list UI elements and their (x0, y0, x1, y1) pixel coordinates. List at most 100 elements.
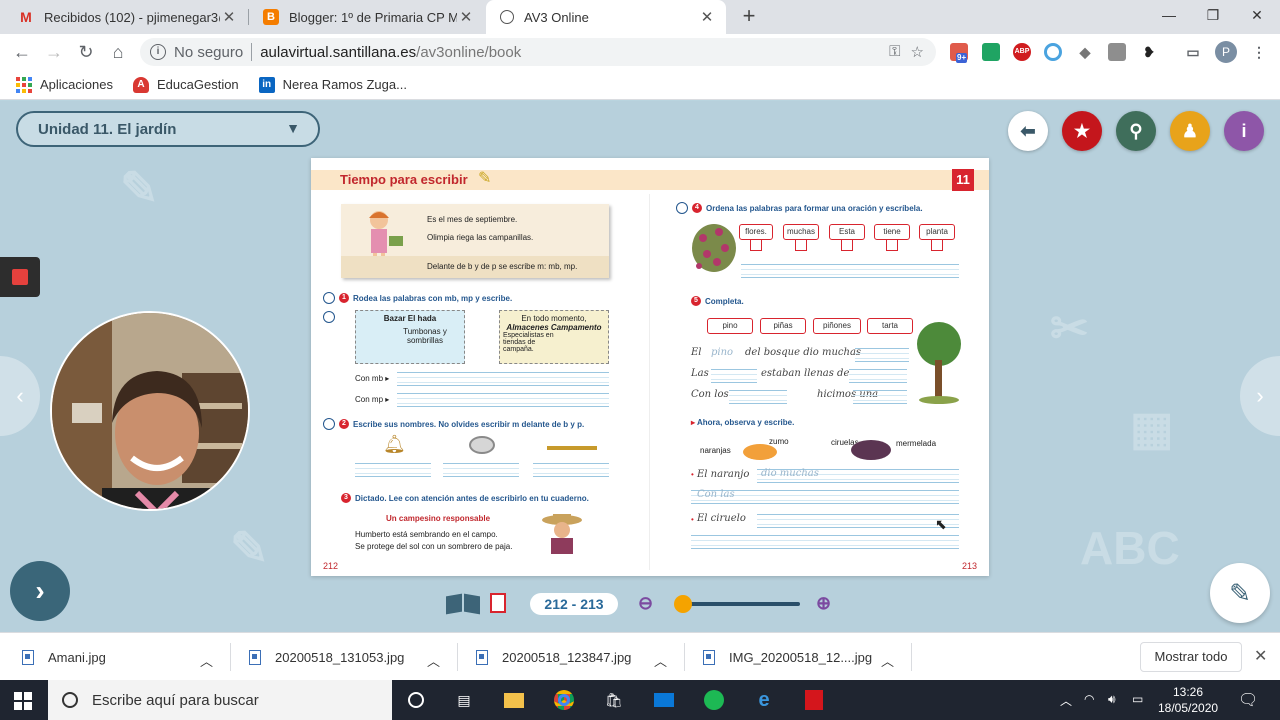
download-item[interactable]: 20200518_123847.jpg (476, 633, 631, 681)
close-downloads-icon[interactable]: ✕ (1254, 646, 1267, 666)
tab-gmail[interactable]: M Recibidos (102) - pjimenegar3@e ✕ (4, 0, 248, 34)
expand-menu-button[interactable]: › (10, 561, 70, 621)
taskbar-search[interactable]: Escribe aquí para buscar (48, 680, 392, 720)
favorites-button[interactable]: ★ (1062, 111, 1102, 151)
double-page-view-button[interactable] (446, 593, 480, 615)
back-button[interactable]: ← (10, 40, 34, 64)
audio-icon[interactable] (676, 202, 688, 214)
info-button[interactable]: i (1224, 111, 1264, 151)
search-button[interactable]: ⚲ (1116, 111, 1156, 151)
mail-icon[interactable] (652, 688, 676, 712)
order-box[interactable] (795, 239, 807, 251)
chevron-up-icon[interactable]: ︿ (654, 651, 667, 670)
acrobat-icon[interactable] (802, 688, 826, 712)
restore-button[interactable]: ❐ (1190, 0, 1236, 30)
adblock-icon[interactable]: ABP (1013, 43, 1031, 61)
completion-answer: pino (711, 347, 734, 358)
cortana-icon[interactable] (404, 688, 428, 712)
audio-icon[interactable] (323, 311, 335, 323)
close-icon[interactable]: ✕ (220, 8, 238, 26)
windows-start-icon[interactable] (14, 692, 32, 710)
spotify-icon[interactable] (702, 688, 726, 712)
writing-lines[interactable] (355, 463, 431, 477)
profile-avatar[interactable]: P (1215, 41, 1237, 63)
writing-lines[interactable] (397, 372, 609, 386)
writing-lines[interactable] (741, 264, 959, 278)
chevron-up-icon[interactable]: ︿ (881, 651, 894, 670)
prev-page-arrow[interactable]: ‹ (0, 356, 40, 436)
audio-icon[interactable] (323, 418, 335, 430)
close-icon[interactable]: ✕ (457, 8, 475, 26)
next-page-arrow[interactable]: › (1240, 356, 1280, 436)
extension-dark-icon[interactable]: ❥ (1140, 43, 1158, 61)
unit-selector[interactable]: Unidad 11. El jardín ▼ (16, 111, 320, 147)
volume-icon[interactable]: 🔊︎ (1108, 692, 1116, 707)
forward-button[interactable]: → (42, 40, 66, 64)
cast-icon[interactable]: ▭ (1184, 43, 1202, 61)
page-range-indicator[interactable]: 212 - 213 (530, 593, 618, 615)
download-item[interactable]: 20200518_131053.jpg (249, 633, 404, 681)
tab-av3-online[interactable]: AV3 Online ✕ (486, 0, 726, 34)
single-page-view-button[interactable] (490, 593, 506, 613)
record-button[interactable] (0, 257, 40, 297)
bookmark-educagestion[interactable]: A EducaGestion (133, 76, 239, 93)
new-tab-button[interactable]: + (738, 5, 760, 27)
file-explorer-icon[interactable] (502, 688, 526, 712)
store-icon[interactable]: 🛍︎ (602, 688, 626, 712)
system-clock[interactable]: 13:26 18/05/2020 (1158, 684, 1218, 716)
writing-lines[interactable] (853, 390, 907, 404)
draw-tool-button[interactable]: ✎ (1210, 563, 1270, 623)
writing-lines[interactable] (849, 369, 907, 383)
writing-lines[interactable] (711, 369, 757, 383)
chrome-icon[interactable] (552, 688, 576, 712)
download-item[interactable]: IMG_20200518_12....jpg (703, 633, 872, 681)
extension-gray-icon[interactable] (1108, 43, 1126, 61)
bookmark-linkedin[interactable]: in Nerea Ramos Zuga... (258, 76, 407, 93)
download-item[interactable]: Amani.jpg (22, 633, 106, 681)
battery-icon[interactable]: ▭ (1132, 692, 1143, 706)
edge-icon[interactable]: e (752, 688, 776, 712)
network-icon[interactable]: ◠ (1084, 692, 1094, 706)
chevron-up-icon[interactable]: ︿ (200, 651, 213, 670)
writing-lines[interactable] (397, 393, 609, 407)
zoom-slider-handle[interactable] (674, 595, 692, 613)
address-bar[interactable]: i No seguro aulavirtual.santillana.es /a… (140, 38, 936, 66)
share-icon[interactable]: ◆ (1076, 43, 1094, 61)
tray-chevron-icon[interactable]: ︿ (1060, 692, 1072, 709)
writing-lines[interactable] (443, 463, 519, 477)
task-view-icon[interactable]: ▤ (452, 688, 476, 712)
menu-icon[interactable]: ⋮ (1250, 43, 1268, 61)
writing-lines[interactable] (691, 535, 959, 549)
order-box[interactable] (886, 239, 898, 251)
tab-blogger[interactable]: B Blogger: 1º de Primaria CP Mont ✕ (249, 0, 485, 34)
audio-icon-2[interactable] (323, 311, 339, 323)
zoom-out-icon[interactable]: ⊖ (638, 593, 653, 614)
back-arrow-button[interactable]: ⬅ (1008, 111, 1048, 151)
user-button[interactable]: ♟ (1170, 111, 1210, 151)
notifications-icon[interactable]: 🗨︎ (1238, 690, 1258, 710)
order-box[interactable] (750, 239, 762, 251)
chevron-up-icon[interactable]: ︿ (427, 651, 440, 670)
writing-lines[interactable] (729, 390, 787, 404)
show-all-downloads-button[interactable]: Mostrar todo (1140, 642, 1242, 672)
order-box[interactable] (931, 239, 943, 251)
audio-icon[interactable] (323, 292, 335, 304)
writing-lines[interactable] (533, 463, 609, 477)
bookmark-apps[interactable]: Aplicaciones (16, 76, 113, 93)
close-icon[interactable]: ✕ (698, 8, 716, 26)
zoom-slider[interactable] (682, 602, 800, 606)
extension-icon[interactable]: 9+ (950, 43, 968, 63)
star-icon[interactable]: ☆ (911, 43, 924, 61)
writing-lines[interactable] (757, 514, 959, 528)
minimize-button[interactable]: — (1146, 0, 1192, 30)
zoom-in-icon[interactable]: ⊕ (816, 593, 831, 614)
writing-lines[interactable] (855, 348, 909, 362)
home-button[interactable]: ⌂ (106, 40, 130, 64)
close-window-button[interactable]: ✕ (1234, 0, 1280, 30)
info-icon[interactable]: i (150, 44, 166, 60)
classroom-icon[interactable] (982, 43, 1000, 61)
color-picker-icon[interactable] (1044, 43, 1062, 61)
order-box[interactable] (841, 239, 853, 251)
key-icon[interactable]: ⚿ (889, 43, 900, 61)
reload-button[interactable]: ↻ (74, 40, 98, 64)
